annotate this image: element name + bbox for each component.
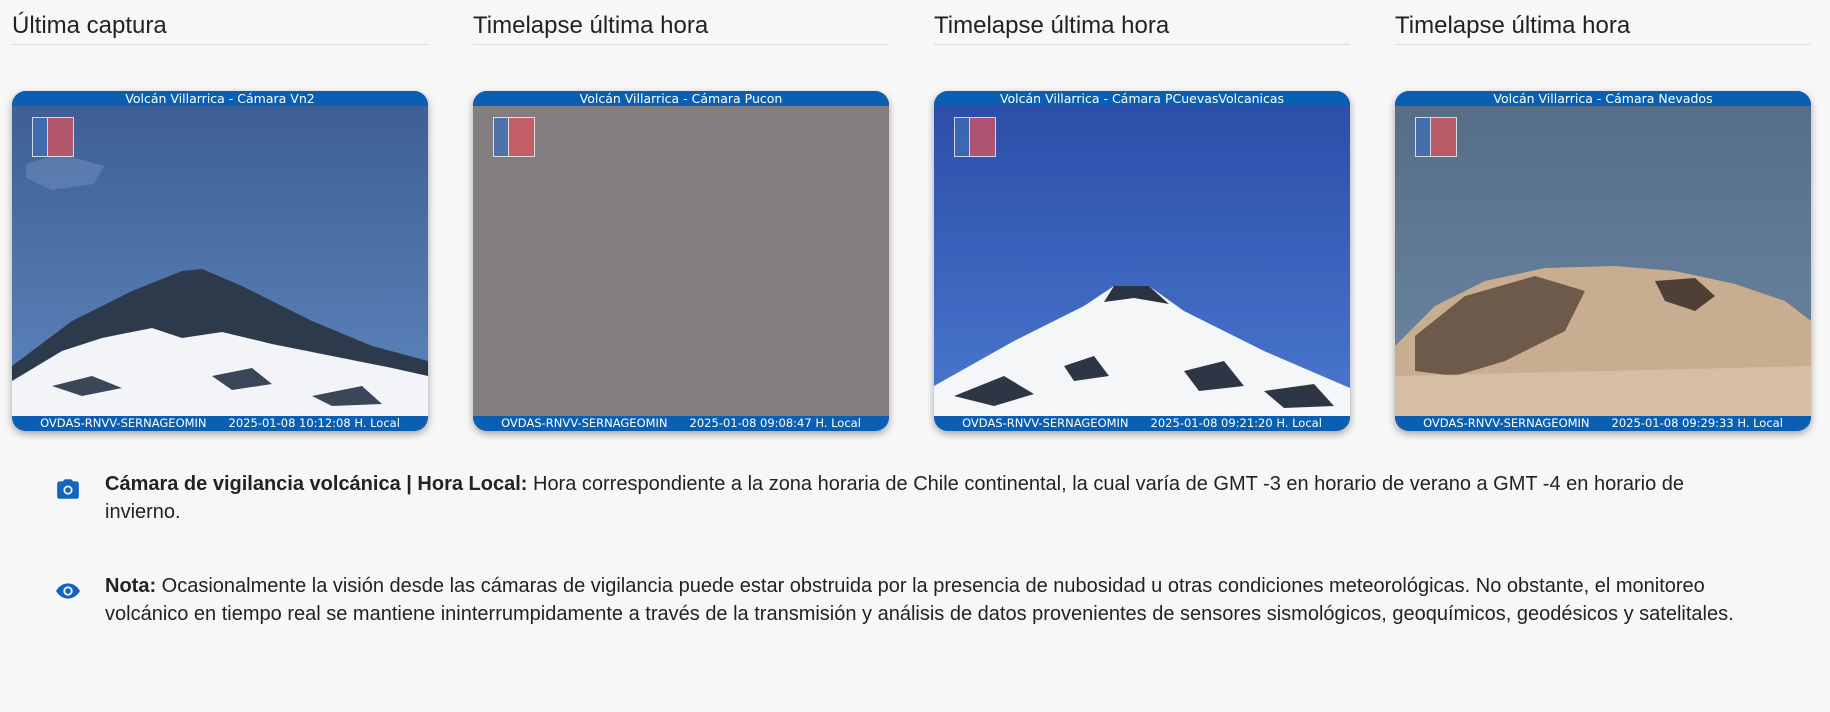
camera-timestamp: 2025-01-08 10:12:08 H. Local: [228, 416, 400, 430]
camera-timestamp: 2025-01-08 09:21:20 H. Local: [1150, 416, 1322, 430]
camera-source: OVDAS-RNVV-SERNAGEOMIN: [40, 416, 207, 430]
camera-footer: OVDAS-RNVV-SERNAGEOMIN 2025-01-08 09:29:…: [1395, 416, 1811, 431]
camera-grid: Última captura Volcán Villarrica - Cámar…: [12, 0, 1811, 431]
volcano-scene: [1395, 106, 1811, 416]
eye-icon: [56, 583, 80, 599]
camera-timestamp: 2025-01-08 09:08:47 H. Local: [689, 416, 861, 430]
camera-image[interactable]: Volcán Villarrica - Cámara Vn2 OVDAS-RNV…: [12, 91, 428, 431]
camera-name: Volcán Villarrica - Cámara Nevados: [1395, 91, 1811, 106]
camera-image[interactable]: Volcán Villarrica - Cámara PCuevasVolcan…: [934, 91, 1350, 431]
camera-heading: Timelapse última hora: [473, 0, 889, 45]
camera-source: OVDAS-RNVV-SERNAGEOMIN: [1423, 416, 1590, 430]
camera-image[interactable]: Volcán Villarrica - Cámara Nevados OVDAS…: [1395, 91, 1811, 431]
volcano-scene: [12, 106, 428, 416]
note-item: Nota: Ocasionalmente la visión desde las…: [55, 572, 1755, 628]
camera-source: OVDAS-RNVV-SERNAGEOMIN: [501, 416, 668, 430]
government-logo: [493, 117, 535, 157]
government-logo: [32, 117, 74, 157]
camera-column: Última captura Volcán Villarrica - Cámar…: [12, 0, 428, 431]
note-title: Cámara de vigilancia volcánica | Hora Lo…: [105, 473, 528, 495]
camera-heading: Timelapse última hora: [934, 0, 1350, 45]
note-item: Cámara de vigilancia volcánica | Hora Lo…: [55, 470, 1755, 526]
camera-source: OVDAS-RNVV-SERNAGEOMIN: [962, 416, 1129, 430]
camera-footer: OVDAS-RNVV-SERNAGEOMIN 2025-01-08 09:21:…: [934, 416, 1350, 431]
camera-icon: [57, 479, 79, 499]
government-logo: [1415, 117, 1457, 157]
overcast-scene: [473, 106, 889, 416]
camera-image[interactable]: Volcán Villarrica - Cámara Pucon OVDAS-R…: [473, 91, 889, 431]
camera-heading: Última captura: [12, 0, 428, 45]
camera-footer: OVDAS-RNVV-SERNAGEOMIN 2025-01-08 09:08:…: [473, 416, 889, 431]
camera-name: Volcán Villarrica - Cámara Vn2: [12, 91, 428, 106]
camera-heading: Timelapse última hora: [1395, 0, 1811, 45]
camera-timestamp: 2025-01-08 09:29:33 H. Local: [1611, 416, 1783, 430]
camera-name: Volcán Villarrica - Cámara Pucon: [473, 91, 889, 106]
camera-column: Timelapse última hora Volcán Villarrica …: [1395, 0, 1811, 431]
camera-footer: OVDAS-RNVV-SERNAGEOMIN 2025-01-08 10:12:…: [12, 416, 428, 431]
camera-name: Volcán Villarrica - Cámara PCuevasVolcan…: [934, 91, 1350, 106]
note-body: Ocasionalmente la visión desde las cámar…: [105, 575, 1734, 625]
volcano-scene: [934, 106, 1350, 416]
note-title: Nota:: [105, 575, 157, 597]
camera-column: Timelapse última hora Volcán Villarrica …: [473, 0, 889, 431]
notes-section: Cámara de vigilancia volcánica | Hora Lo…: [55, 470, 1755, 674]
camera-column: Timelapse última hora Volcán Villarrica …: [934, 0, 1350, 431]
government-logo: [954, 117, 996, 157]
